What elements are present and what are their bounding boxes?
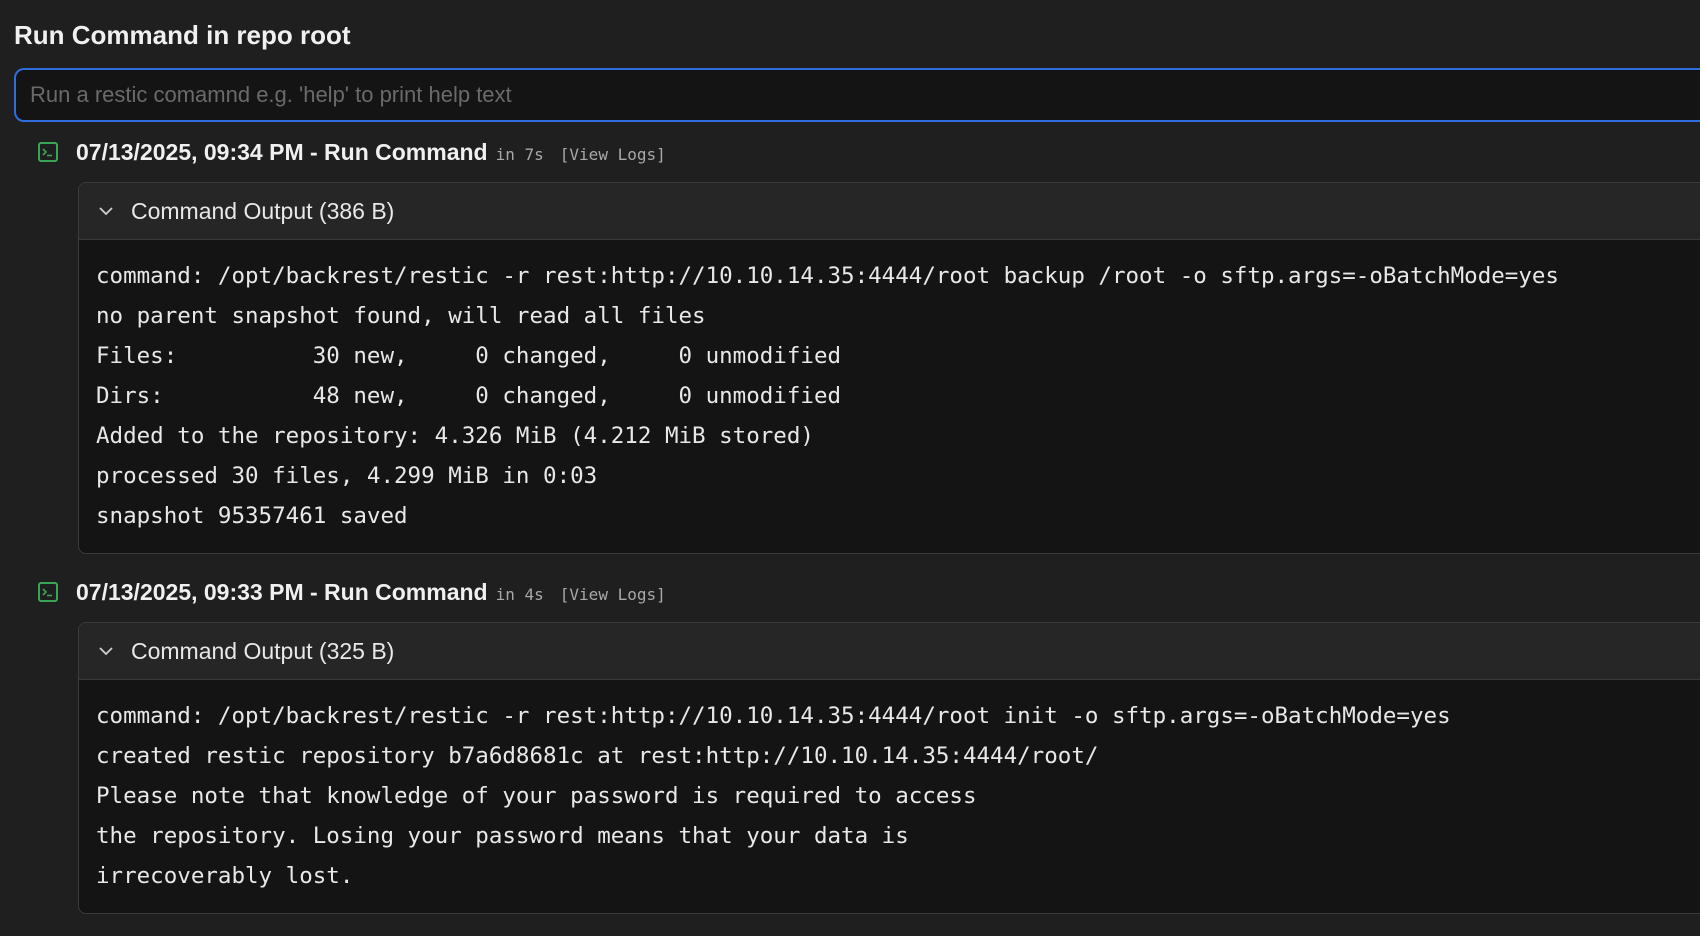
page-title: Run Command in repo root: [14, 20, 351, 50]
command-history-entry: 07/13/2025, 09:33 PM - Run Command in 4s…: [0, 578, 1700, 918]
command-output-label: Command Output (386 B): [131, 197, 395, 224]
terminal-icon: [38, 582, 58, 602]
entry-title: 07/13/2025, 09:33 PM - Run Command: [76, 578, 488, 605]
entry-header: 07/13/2025, 09:34 PM - Run Command in 7s…: [38, 138, 666, 166]
command-input[interactable]: [14, 68, 1700, 122]
command-output-text: command: /opt/backrest/restic -r rest:ht…: [96, 703, 1451, 889]
chevron-down-icon: [99, 647, 113, 656]
chevron-down-icon: [99, 207, 113, 216]
command-output-panel: Command Output (325 B) command: /opt/bac…: [78, 622, 1700, 914]
command-output-toggle[interactable]: Command Output (386 B): [79, 183, 1700, 240]
entry-title: 07/13/2025, 09:34 PM - Run Command: [76, 138, 488, 165]
entry-duration: in 4s: [495, 584, 544, 604]
command-output-toggle[interactable]: Command Output (325 B): [79, 623, 1700, 680]
view-logs-link[interactable]: [View Logs]: [560, 145, 666, 164]
view-logs-link[interactable]: [View Logs]: [560, 585, 666, 604]
entry-header: 07/13/2025, 09:33 PM - Run Command in 4s…: [38, 578, 666, 606]
entry-duration: in 7s: [495, 144, 544, 164]
command-history-entry: 07/13/2025, 09:34 PM - Run Command in 7s…: [0, 138, 1700, 558]
run-command-panel: Run Command in repo root 07/13/2025, 09:…: [0, 0, 1700, 936]
command-output-panel: Command Output (386 B) command: /opt/bac…: [78, 182, 1700, 554]
command-output-label: Command Output (325 B): [131, 637, 395, 664]
command-output-text: command: /opt/backrest/restic -r rest:ht…: [96, 263, 1559, 529]
terminal-icon: [38, 142, 58, 162]
